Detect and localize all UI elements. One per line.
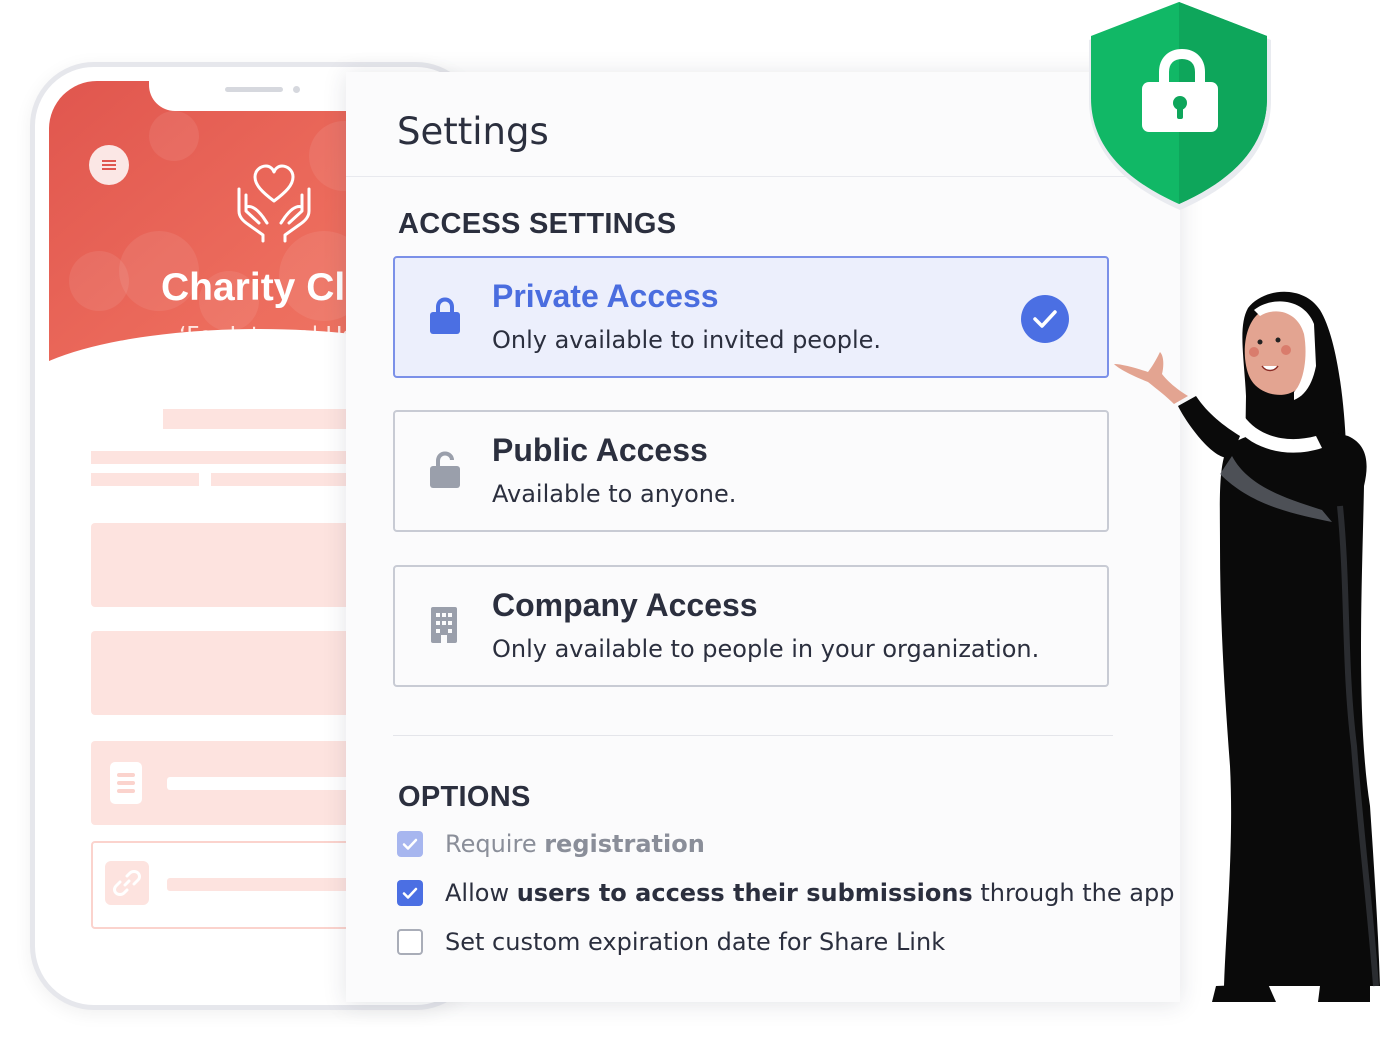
private-access-option[interactable]: Private Access Only available to invited… xyxy=(393,256,1109,378)
hamburger-icon xyxy=(102,160,116,170)
link-icon xyxy=(113,870,141,896)
expiration-date-checkbox[interactable] xyxy=(397,929,423,955)
checkbox-label: Require registration xyxy=(445,830,705,858)
settings-panel: Settings ACCESS SETTINGS Private Access … xyxy=(346,72,1180,1002)
charity-hands-icon xyxy=(237,164,311,243)
company-access-option[interactable]: Company Access Only available to people … xyxy=(393,565,1109,687)
phone-camera xyxy=(293,86,300,93)
option-description: Only available to invited people. xyxy=(492,326,882,354)
option-description: Available to anyone. xyxy=(492,480,737,508)
document-icon xyxy=(110,762,142,804)
placeholder-text-line xyxy=(91,473,199,486)
link-icon-box xyxy=(105,861,149,905)
expiration-date-option[interactable]: Set custom expiration date for Share Lin… xyxy=(397,926,945,958)
checkbox-label: Set custom expiration date for Share Lin… xyxy=(445,928,946,956)
require-registration-option[interactable]: Require registration xyxy=(397,828,705,860)
unlock-icon xyxy=(430,451,460,488)
menu-button[interactable] xyxy=(89,145,129,185)
access-settings-heading: ACCESS SETTINGS xyxy=(398,208,677,240)
app-title: Charity Clu xyxy=(161,266,370,309)
title-divider xyxy=(346,176,1180,177)
option-title: Public Access xyxy=(492,432,708,468)
placeholder-label xyxy=(167,777,357,790)
allow-submissions-option[interactable]: Allow users to access their submissions … xyxy=(397,877,1174,909)
shield-lock-icon xyxy=(1089,2,1271,210)
public-access-option[interactable]: Public Access Available to anyone. xyxy=(393,410,1109,532)
option-title: Company Access xyxy=(492,587,758,623)
checkbox-label: Allow users to access their submissions … xyxy=(445,879,1175,907)
options-heading: OPTIONS xyxy=(398,781,531,813)
app-subtitle: ‘For Internal Use xyxy=(179,323,369,349)
allow-submissions-checkbox[interactable] xyxy=(397,880,423,906)
option-description: Only available to people in your organiz… xyxy=(492,635,1040,663)
panel-title: Settings xyxy=(397,110,549,153)
section-divider xyxy=(393,735,1113,736)
require-registration-checkbox[interactable] xyxy=(397,831,423,857)
nun-illustration xyxy=(1114,291,1380,1002)
placeholder-label xyxy=(167,878,357,891)
checkmark-icon xyxy=(402,838,418,850)
phone-speaker xyxy=(225,87,283,92)
checkmark-icon xyxy=(1033,310,1057,328)
building-icon xyxy=(431,607,457,643)
selected-badge xyxy=(1021,295,1069,343)
checkmark-icon xyxy=(402,887,418,899)
option-title: Private Access xyxy=(492,278,719,314)
lock-icon xyxy=(430,297,460,334)
